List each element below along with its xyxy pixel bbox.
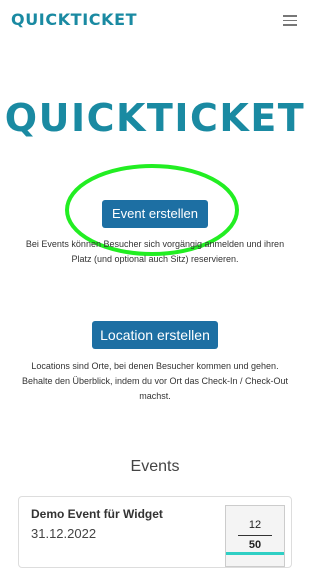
- top-navbar: QUICKTICKET: [0, 0, 310, 40]
- brand-logo[interactable]: QUICKTICKET: [11, 9, 137, 31]
- event-name: Demo Event für Widget: [31, 507, 163, 521]
- create-location-button[interactable]: Location erstellen: [92, 321, 218, 349]
- attendance-total: 50: [248, 539, 262, 551]
- fraction-divider: [238, 535, 272, 536]
- attendance-progress-bar: [226, 552, 284, 555]
- attendance-current: 12: [248, 519, 262, 531]
- location-description: Locations sind Orte, bei denen Besucher …: [21, 361, 289, 401]
- event-card[interactable]: Demo Event für Widget 31.12.2022 12 50: [18, 496, 292, 568]
- events-heading: Events: [130, 458, 180, 475]
- event-date: 31.12.2022: [31, 526, 97, 541]
- event-description: Bei Events können Besucher sich vorgängi…: [25, 239, 285, 264]
- create-event-button[interactable]: Event erstellen: [102, 200, 208, 228]
- hero-logo: QUICKTICKET: [4, 96, 306, 140]
- hamburger-menu-icon[interactable]: [283, 14, 297, 26]
- menu-bar-line: [283, 15, 297, 17]
- menu-bar-line: [283, 24, 297, 26]
- attendance-counter: 12 50: [225, 505, 285, 567]
- menu-bar-line: [283, 19, 297, 21]
